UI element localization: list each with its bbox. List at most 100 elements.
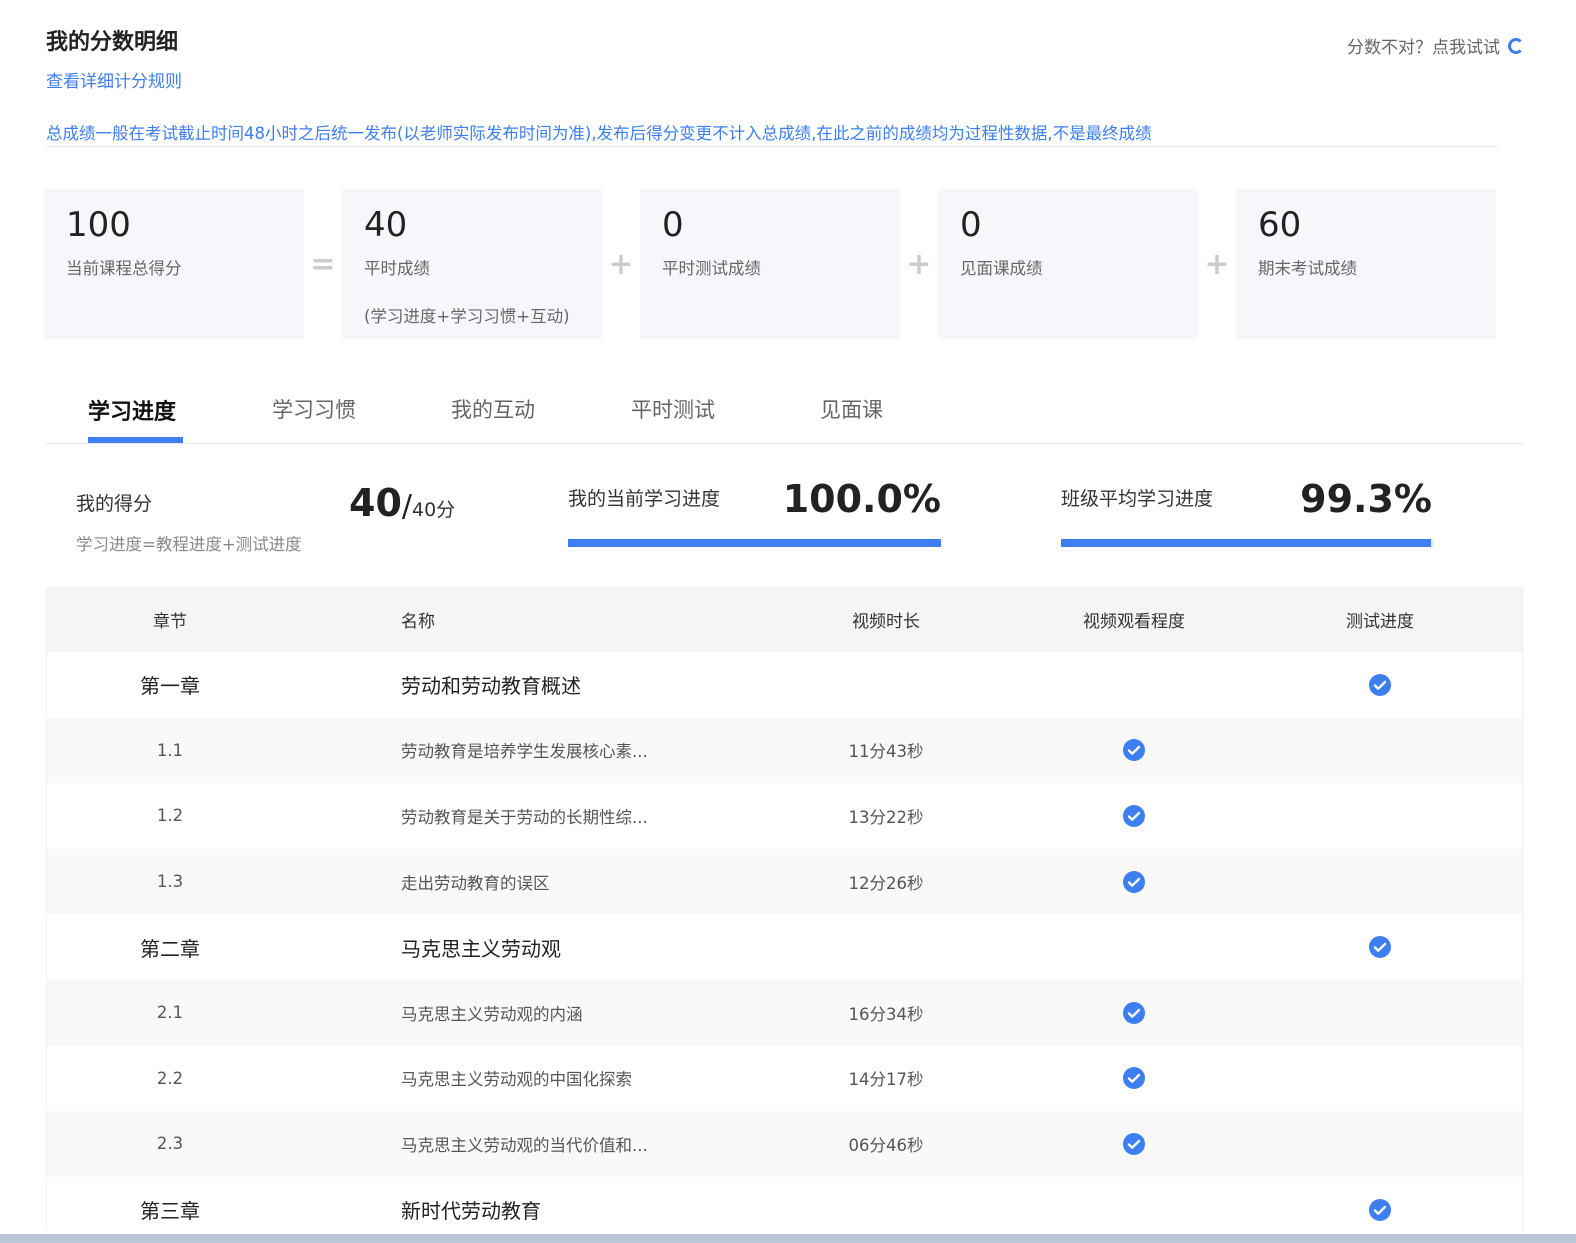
score-label: 见面课成绩 <box>960 259 1043 278</box>
section-row[interactable]: 1.2 劳动教育是关于劳动的长期性综... 13分22秒 <box>47 783 1522 849</box>
section-row[interactable]: 2.3 马克思主义劳动观的当代价值和... 06分46秒 <box>47 1111 1522 1177</box>
table-header: 章节 名称 视频时长 视频观看程度 测试进度 <box>47 587 1522 652</box>
plus-operator: + <box>608 246 634 282</box>
score-subtext: (学习进度+学习习惯+互动) <box>364 307 570 326</box>
section-row[interactable]: 1.1 劳动教育是培养学生发展核心素... 11分43秒 <box>47 717 1522 784</box>
row-name[interactable]: 马克思主义劳动观的中国化探索 <box>293 1066 761 1090</box>
row-name[interactable]: 劳动教育是关于劳动的长期性综... <box>293 804 761 828</box>
my-progress-track <box>568 539 941 547</box>
my-progress-value: 100.0% <box>782 477 941 521</box>
plus-operator: + <box>906 246 932 282</box>
row-watched <box>1011 1001 1257 1025</box>
row-test-progress <box>1257 673 1503 697</box>
tab-regular-tests[interactable]: 平时测试 <box>631 394 715 424</box>
row-watched <box>1011 738 1257 762</box>
row-duration: 13分22秒 <box>848 807 924 827</box>
tab-learning-habits[interactable]: 学习习惯 <box>272 394 356 424</box>
check-circle-icon <box>1122 738 1146 762</box>
row-name[interactable]: 劳动和劳动教育概述 <box>293 670 761 699</box>
tab-learning-progress[interactable]: 学习进度 <box>88 394 176 426</box>
equals-operator: = <box>310 246 336 282</box>
retry-label: 分数不对？点我试试 <box>1347 38 1500 58</box>
section-row[interactable]: 2.1 马克思主义劳动观的内涵 16分34秒 <box>47 979 1522 1046</box>
section-row[interactable]: 1.3 走出劳动教育的误区 12分26秒 <box>47 848 1522 915</box>
chapter-row[interactable]: 第二章 马克思主义劳动观 <box>47 914 1522 980</box>
active-tab-indicator <box>88 437 183 443</box>
score-formula: 学习进度=教程进度+测试进度 <box>76 535 302 554</box>
row-name[interactable]: 马克思主义劳动观 <box>293 933 761 962</box>
check-circle-icon <box>1368 935 1392 959</box>
score-value: 40 <box>364 205 408 245</box>
class-progress-track <box>1061 539 1434 547</box>
row-duration: 11分43秒 <box>848 742 924 762</box>
score-notice: 总成绩一般在考试截止时间48小时之后统一发布(以老师实际发布时间为准),发布后得… <box>46 120 1498 147</box>
my-progress-label: 我的当前学习进度 <box>568 488 721 510</box>
score-number: 40 <box>349 481 402 525</box>
score-card-total: 100 当前课程总得分 <box>44 189 304 339</box>
score-label: 平时成绩 <box>364 259 430 278</box>
class-progress-label: 班级平均学习进度 <box>1061 488 1214 510</box>
row-watched <box>1011 870 1257 894</box>
score-card-quiz: 0 平时测试成绩 <box>640 189 900 339</box>
row-number: 1.1 <box>156 740 184 760</box>
page-title: 我的分数明细 <box>46 30 179 55</box>
row-test-progress <box>1257 935 1503 959</box>
score-max: 40分 <box>412 499 456 521</box>
check-circle-icon <box>1122 1066 1146 1090</box>
score-label: 当前课程总得分 <box>66 259 182 278</box>
progress-table: 章节 名称 视频时长 视频观看程度 测试进度 第一章 劳动和劳动教育概述 1.1 劳动… <box>46 587 1523 1243</box>
section-row[interactable]: 2.2 马克思主义劳动观的中国化探索 14分17秒 <box>47 1045 1522 1112</box>
row-duration: 16分34秒 <box>848 1004 924 1024</box>
chapter-row[interactable]: 第一章 劳动和劳动教育概述 <box>47 652 1522 718</box>
header-name: 名称 <box>401 612 435 632</box>
row-duration: 14分17秒 <box>848 1070 924 1090</box>
score-card-meeting: 0 见面课成绩 <box>938 189 1198 339</box>
score-detail-page: 我的分数明细 查看详细计分规则 分数不对？点我试试 总成绩一般在考试截止时间48… <box>0 0 1576 1243</box>
my-progress-fill <box>568 539 941 547</box>
row-number: 2.1 <box>156 1003 184 1023</box>
tab-my-interaction[interactable]: 我的互动 <box>451 394 535 424</box>
header-watched: 视频观看程度 <box>1083 612 1185 632</box>
row-number: 第二章 <box>140 936 200 961</box>
class-progress-fill <box>1061 539 1432 547</box>
window-bottom-edge <box>0 1230 1576 1243</box>
score-card-final: 60 期末考试成绩 <box>1236 189 1496 339</box>
tab-meeting-class[interactable]: 见面课 <box>820 394 883 424</box>
class-progress-value: 99.3% <box>1300 477 1432 521</box>
row-number: 2.3 <box>156 1134 184 1154</box>
score-slash: / <box>401 489 412 524</box>
refresh-icon <box>1508 37 1524 54</box>
row-watched <box>1011 804 1257 828</box>
score-card-regular: 40 平时成绩 (学习进度+学习习惯+互动) <box>342 189 602 339</box>
header-chapter: 章节 <box>153 612 187 632</box>
header-duration: 视频时长 <box>852 612 920 632</box>
table-body: 第一章 劳动和劳动教育概述 1.1 劳动教育是培养学生发展核心素... 11分43秒 1.… <box>47 652 1522 1243</box>
row-name[interactable]: 劳动教育是培养学生发展核心素... <box>293 738 761 762</box>
score-summary-row: 100 当前课程总得分 = 40 平时成绩 (学习进度+学习习惯+互动) + 0… <box>44 189 1496 339</box>
check-circle-icon <box>1122 804 1146 828</box>
my-score-value: 40/40分 <box>349 481 455 525</box>
row-name[interactable]: 马克思主义劳动观的内涵 <box>293 1001 761 1025</box>
row-number: 第一章 <box>140 674 200 699</box>
retry-button[interactable]: 分数不对？点我试试 <box>1347 33 1524 58</box>
my-score-label: 我的得分 <box>76 493 153 515</box>
row-test-progress <box>1257 1198 1503 1222</box>
check-circle-icon <box>1122 870 1146 894</box>
score-value: 100 <box>66 205 131 245</box>
row-name[interactable]: 新时代劳动教育 <box>293 1195 761 1224</box>
row-name[interactable]: 走出劳动教育的误区 <box>293 870 761 894</box>
check-circle-icon <box>1122 1132 1146 1156</box>
score-value: 0 <box>662 205 684 245</box>
score-value: 0 <box>960 205 982 245</box>
tab-bar: 学习进度 学习习惯 我的互动 平时测试 见面课 <box>46 380 1524 444</box>
row-name[interactable]: 马克思主义劳动观的当代价值和... <box>293 1132 761 1156</box>
plus-operator: + <box>1204 246 1230 282</box>
row-watched <box>1011 1066 1257 1090</box>
header-test-progress: 测试进度 <box>1346 612 1414 632</box>
row-number: 2.2 <box>156 1068 184 1088</box>
check-circle-icon <box>1368 1198 1392 1222</box>
row-number: 1.3 <box>156 872 184 892</box>
scoring-rules-link[interactable]: 查看详细计分规则 <box>46 67 182 92</box>
row-number: 第三章 <box>140 1199 200 1224</box>
row-duration: 06分46秒 <box>848 1135 924 1155</box>
